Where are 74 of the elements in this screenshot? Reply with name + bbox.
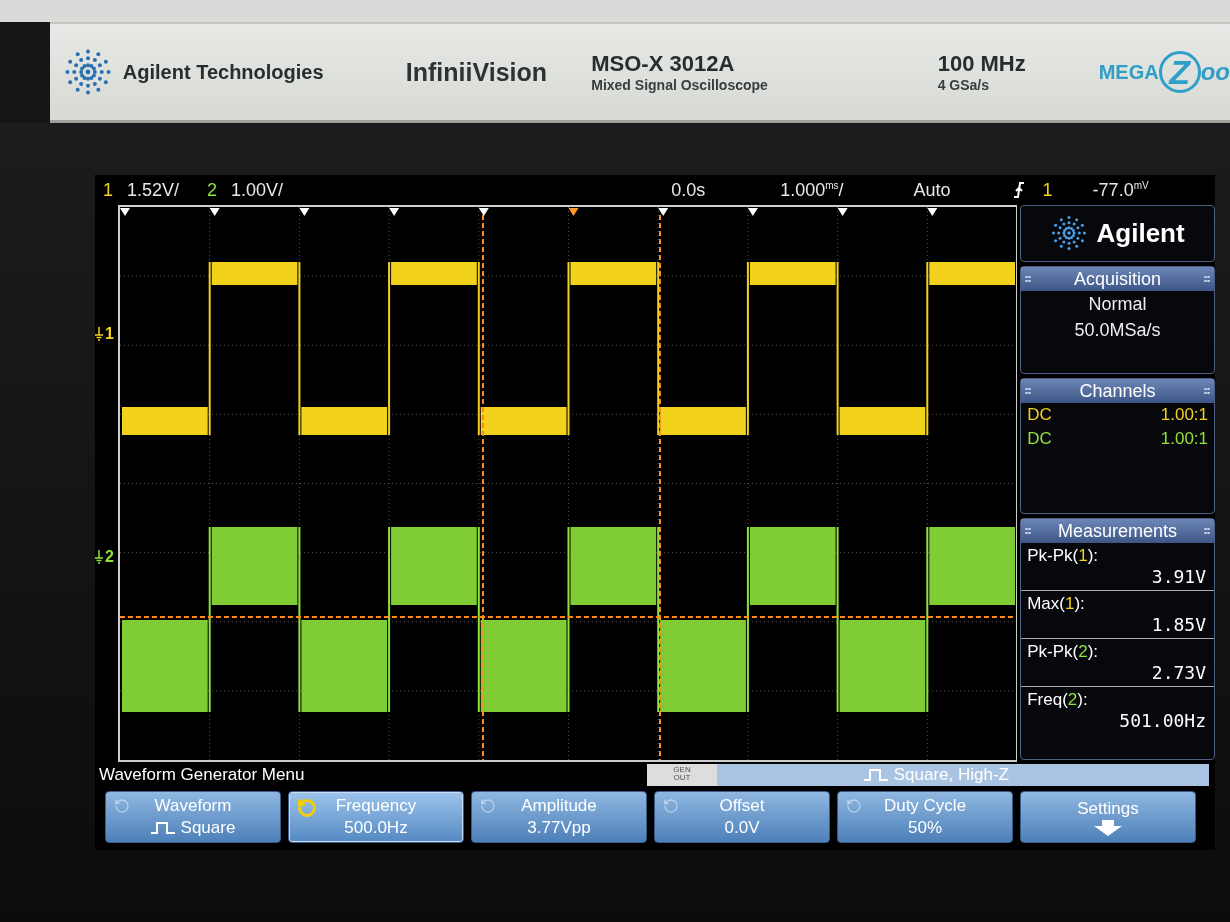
channel-coupling: DC [1027, 405, 1052, 425]
panel-header[interactable]: Measurements [1021, 519, 1214, 543]
channel-coupling: DC [1027, 429, 1052, 449]
measurement-label: Freq(2): [1026, 689, 1089, 710]
time-marker-icon [299, 208, 310, 216]
softkey[interactable]: Frequency 500.0Hz [288, 791, 464, 843]
knob-icon [663, 798, 679, 814]
gen-out-label: GEN OUT [647, 764, 717, 786]
sample-rate-label: 4 GSa/s [937, 77, 991, 93]
grip-icon [1204, 387, 1210, 395]
measurement-label: Pk-Pk(1): [1026, 545, 1100, 566]
time-delay: 0.0s [671, 179, 706, 201]
generator-status-bar: Square, High-Z [717, 764, 1209, 786]
softkey[interactable]: Waveform Square [105, 791, 281, 843]
probe-ratio: 1.00:1 [1160, 405, 1208, 425]
grip-icon [1025, 275, 1032, 283]
probe-ratio: 1.00:1 [1160, 429, 1208, 449]
ground-icon [95, 327, 103, 341]
time-marker-icon [478, 208, 489, 216]
channel-number: 1 [103, 179, 113, 201]
ground-icon [95, 550, 103, 564]
knob-icon [480, 798, 496, 814]
vertical-scale: 1.00V/ [231, 179, 284, 201]
time-base: 1.000$^{ms}$/ [780, 179, 844, 201]
starburst-logo-icon [64, 48, 111, 96]
trigger-level: -77.0$^{mV}$ [1092, 179, 1149, 201]
knob-icon [846, 798, 862, 814]
softkey[interactable]: Amplitude 3.77Vpp [471, 791, 647, 843]
grip-icon [1025, 527, 1032, 535]
measurement-label: Pk-Pk(2): [1026, 641, 1100, 662]
brand-name: Agilent Technologies [122, 60, 325, 84]
square-wave-icon [863, 769, 888, 781]
zoom-logo: MEGA Z oo [1098, 51, 1230, 93]
vertical-scale: 1.52V/ [127, 179, 180, 201]
trigger-source: 1 [1042, 179, 1053, 201]
acquisition-mode: Normal [1087, 293, 1148, 316]
softkey[interactable]: Offset 0.0V [654, 791, 830, 843]
trigger-mode: Auto [913, 179, 951, 201]
panel-header[interactable]: Acquisition [1021, 267, 1214, 291]
softkey[interactable]: Duty Cycle 50% [837, 791, 1013, 843]
menu-title: Waveform Generator Menu [98, 765, 306, 785]
grip-icon [1204, 527, 1210, 535]
down-arrow-icon [1093, 820, 1123, 836]
starburst-logo-icon [1050, 215, 1087, 251]
measurement-value: 501.00Hz [1118, 710, 1207, 733]
trigger-position-icon [568, 208, 579, 216]
measurement-value: 3.91V [1021, 566, 1214, 591]
agilent-logo-text: Agilent [1096, 217, 1185, 249]
time-marker-icon [209, 208, 220, 216]
channel-number: 2 [207, 179, 218, 201]
panel-header[interactable]: Channels [1021, 379, 1214, 403]
product-name: InfiniiVision [405, 57, 549, 87]
model-subtitle: Mixed Signal Oscilloscope [591, 77, 769, 93]
grip-icon [1204, 275, 1210, 283]
time-marker-icon [747, 208, 758, 216]
time-marker-icon [658, 208, 669, 216]
channel-marker[interactable]: 1 [95, 325, 114, 343]
grip-icon [1025, 387, 1032, 395]
knob-icon [297, 798, 317, 818]
sample-rate: 50.0MSa/s [1073, 319, 1162, 342]
model-name: MSO-X 3012A [591, 51, 736, 77]
channel-marker[interactable]: 2 [95, 548, 114, 566]
measurement-value: 1.85V [1021, 614, 1214, 639]
measurement-value: 2.73V [1021, 662, 1214, 687]
square-wave-icon [150, 822, 175, 834]
measurement-label: Max(1): [1026, 593, 1086, 614]
softkey[interactable]: Settings [1020, 791, 1196, 843]
time-marker-icon [120, 208, 130, 216]
time-marker-icon [389, 208, 400, 216]
rising-edge-icon [1012, 182, 1025, 198]
bandwidth-label: 100 MHz [937, 51, 1027, 77]
time-marker-icon [837, 208, 848, 216]
time-marker-icon [927, 208, 938, 216]
knob-icon [114, 798, 130, 814]
